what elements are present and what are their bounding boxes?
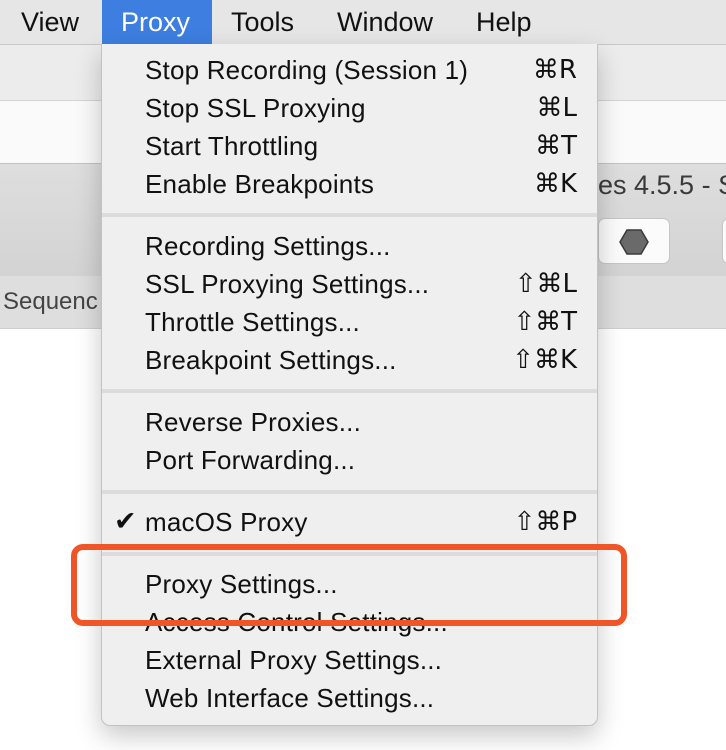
menu-item-breakpoint-settings[interactable]: Breakpoint Settings... ⇧⌘K	[102, 341, 597, 379]
menu-item-access-control-settings[interactable]: Access Control Settings...	[102, 603, 597, 641]
menu-item-shortcut: ⌘R	[532, 55, 577, 85]
menu-item-throttle-settings[interactable]: Throttle Settings... ⇧⌘T	[102, 303, 597, 341]
menu-item-macos-proxy[interactable]: ✔ macOS Proxy ⇧⌘P	[102, 503, 597, 541]
menu-item-proxy-settings[interactable]: Proxy Settings...	[102, 565, 597, 603]
menu-item-label: Breakpoint Settings...	[145, 345, 397, 375]
menu-item-label: Port Forwarding...	[145, 445, 356, 475]
menu-item-label: SSL Proxying Settings...	[145, 269, 430, 299]
menu-separator	[102, 490, 597, 494]
menu-item-label: Throttle Settings...	[145, 307, 360, 337]
menu-item-label: Recording Settings...	[145, 231, 391, 261]
menu-item-shortcut: ⇧⌘P	[513, 507, 577, 537]
window-title: es 4.5.5 - S	[598, 170, 726, 200]
menu-item-label: External Proxy Settings...	[145, 645, 443, 675]
toolbar-stop-button[interactable]	[598, 218, 670, 264]
menu-item-enable-breakpoints[interactable]: Enable Breakpoints ⌘K	[102, 165, 597, 203]
menu-item-label: Enable Breakpoints	[145, 169, 375, 199]
menu-separator	[102, 552, 597, 556]
menu-item-shortcut: ⇧⌘L	[514, 269, 577, 299]
hexagon-stop-icon	[619, 229, 649, 255]
proxy-menu: Stop Recording (Session 1) ⌘R Stop SSL P…	[101, 44, 598, 726]
menubar-tools[interactable]: Tools	[212, 0, 313, 44]
menu-item-label: Start Throttling	[145, 131, 319, 161]
menu-item-label: Access Control Settings...	[145, 607, 448, 637]
menu-item-shortcut: ⇧⌘T	[513, 307, 577, 337]
menu-item-stop-ssl-proxying[interactable]: Stop SSL Proxying ⌘L	[102, 89, 597, 127]
menubar-window[interactable]: Window	[318, 0, 452, 44]
menu-item-shortcut: ⇧⌘K	[512, 345, 577, 375]
menu-item-web-interface-settings[interactable]: Web Interface Settings...	[102, 679, 597, 717]
tab-sequence[interactable]: Sequenc	[3, 288, 98, 316]
menu-item-label: Stop SSL Proxying	[145, 93, 366, 123]
menu-item-port-forwarding[interactable]: Port Forwarding...	[102, 441, 597, 479]
menubar-help[interactable]: Help	[457, 0, 551, 44]
menu-item-label: macOS Proxy	[145, 507, 308, 537]
toolbar-button[interactable]	[722, 218, 726, 264]
menu-item-label: Reverse Proxies...	[145, 407, 362, 437]
menu-item-label: Web Interface Settings...	[145, 683, 435, 713]
menu-item-shortcut: ⌘K	[533, 169, 577, 199]
checkmark-icon: ✔	[114, 506, 137, 537]
menu-item-label: Proxy Settings...	[145, 569, 338, 599]
menu-item-ssl-proxying-settings[interactable]: SSL Proxying Settings... ⇧⌘L	[102, 265, 597, 303]
menu-item-recording-settings[interactable]: Recording Settings...	[102, 227, 597, 265]
screen: es 4.5.5 - S Sequenc View Proxy Tools Wi…	[0, 0, 726, 750]
menu-separator	[102, 389, 597, 393]
menu-separator	[102, 213, 597, 217]
menu-item-label: Stop Recording (Session 1)	[145, 55, 469, 85]
menu-item-external-proxy-settings[interactable]: External Proxy Settings...	[102, 641, 597, 679]
menubar-proxy[interactable]: Proxy	[102, 0, 212, 44]
menu-item-stop-recording[interactable]: Stop Recording (Session 1) ⌘R	[102, 51, 597, 89]
menu-item-shortcut: ⌘T	[535, 131, 577, 161]
menu-item-shortcut: ⌘L	[536, 93, 578, 123]
menubar-view[interactable]: View	[2, 0, 98, 44]
menu-item-start-throttling[interactable]: Start Throttling ⌘T	[102, 127, 597, 165]
menu-item-reverse-proxies[interactable]: Reverse Proxies...	[102, 403, 597, 441]
menubar: View Proxy Tools Window Help	[0, 0, 726, 45]
